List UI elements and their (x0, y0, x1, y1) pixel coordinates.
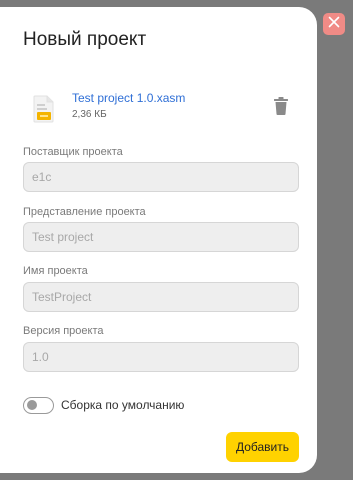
default-build-toggle-row: Сборка по умолчанию (23, 396, 273, 416)
presentation-input[interactable] (23, 222, 299, 252)
close-button[interactable] (323, 13, 345, 35)
file-name-link[interactable]: Test project 1.0.xasm (72, 91, 185, 105)
file-size: 2,36 КБ (72, 109, 107, 120)
supplier-input[interactable] (23, 162, 299, 192)
version-label: Версия проекта (23, 325, 104, 337)
presentation-label: Представление проекта (23, 206, 146, 218)
add-button[interactable]: Добавить (226, 432, 299, 462)
close-icon (328, 15, 340, 33)
attached-file: Test project 1.0.xasm 2,36 КБ (32, 91, 300, 127)
default-build-toggle[interactable] (23, 397, 54, 414)
supplier-label: Поставщик проекта (23, 146, 123, 158)
file-document-icon (32, 95, 56, 123)
version-input[interactable] (23, 342, 299, 372)
project-name-label: Имя проекта (23, 265, 88, 277)
trash-icon[interactable] (274, 97, 288, 117)
dialog-title: Новый проект (23, 29, 147, 50)
new-project-dialog: Новый проект Test project 1.0.xasm 2,36 … (0, 7, 317, 473)
default-build-label: Сборка по умолчанию (61, 398, 185, 412)
project-name-input[interactable] (23, 282, 299, 312)
toggle-knob (27, 400, 37, 410)
